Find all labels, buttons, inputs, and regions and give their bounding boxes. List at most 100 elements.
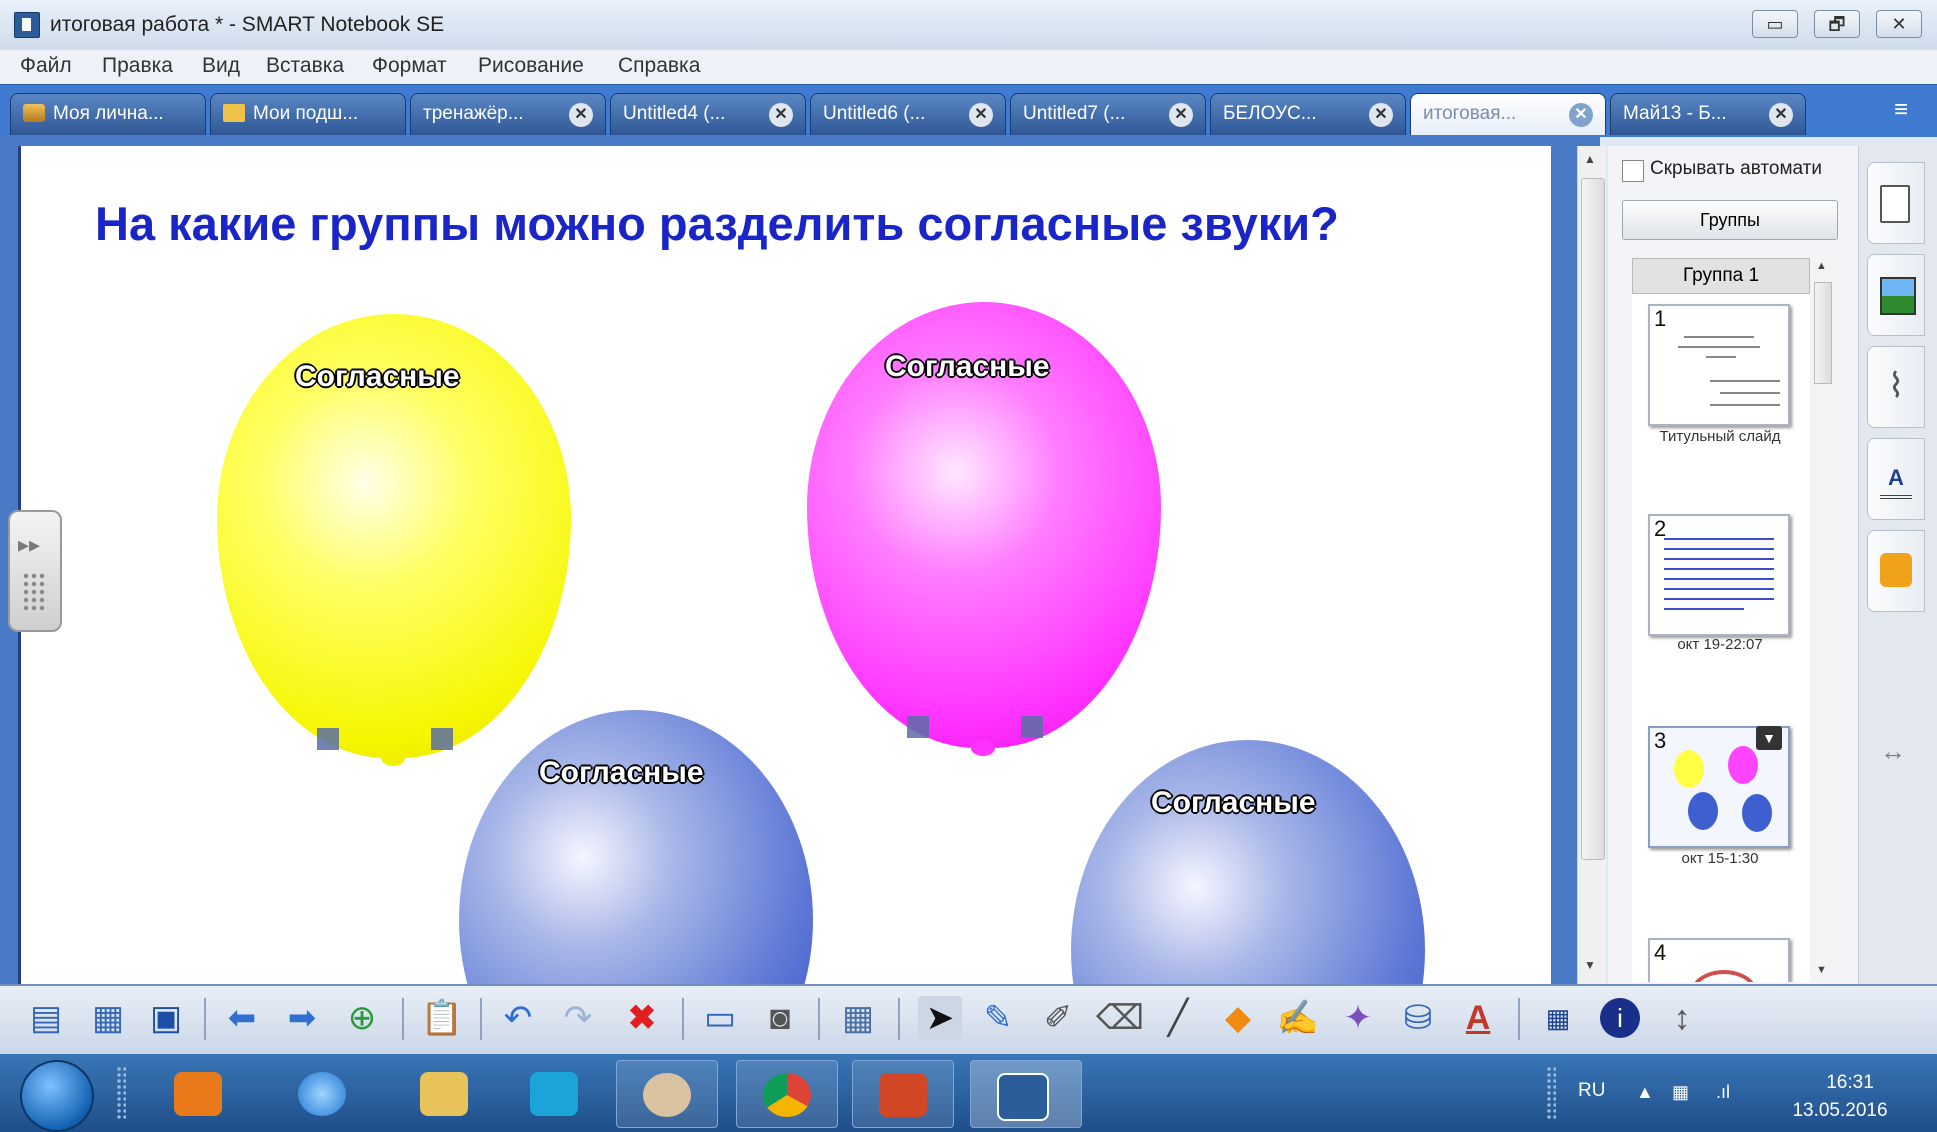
taskbar-powerpoint[interactable] (852, 1060, 954, 1128)
page-thumbnail[interactable]: 4 (1648, 938, 1790, 982)
restore-button[interactable]: 🗗 (1814, 10, 1860, 38)
scroll-up-icon[interactable]: ▲ (1816, 260, 1827, 272)
menu-file[interactable]: Файл (20, 54, 72, 78)
addons-tab[interactable] (1867, 530, 1925, 612)
close-tab-icon[interactable]: ✕ (1169, 103, 1193, 127)
language-indicator[interactable]: RU (1578, 1080, 1605, 1102)
page-sorter-tab[interactable] (1867, 162, 1925, 244)
scrollbar-thumb[interactable] (1581, 178, 1605, 860)
page-thumbnail[interactable]: 1 (1648, 304, 1790, 426)
minimize-button[interactable]: ▭ (1752, 10, 1798, 38)
close-tab-icon[interactable]: ✕ (1769, 103, 1793, 127)
close-tab-icon[interactable]: ✕ (969, 103, 993, 127)
close-tab-icon[interactable]: ✕ (1369, 103, 1393, 127)
scroll-down-icon[interactable]: ▼ (1584, 958, 1596, 972)
text-icon[interactable]: A (1456, 996, 1500, 1040)
clock-date[interactable]: 13.05.2016 (1780, 1100, 1900, 1122)
balloon-blue[interactable] (459, 710, 813, 984)
balloon-blue[interactable] (1071, 740, 1425, 984)
taskbar-mail[interactable] (504, 1060, 604, 1126)
resize-panel-icon[interactable]: ↔ (1880, 736, 1906, 767)
table-icon[interactable]: ▦ (836, 996, 880, 1040)
menu-draw[interactable]: Рисование (478, 54, 584, 78)
delete-icon[interactable]: ✖ (620, 996, 664, 1040)
taskbar-paint[interactable] (616, 1060, 718, 1128)
properties-icon[interactable]: ▦ (1536, 996, 1580, 1040)
new-page-icon[interactable]: ▤ (24, 996, 68, 1040)
tab-active-document[interactable]: итоговая... ✕ (1410, 93, 1606, 135)
menu-help[interactable]: Справка (618, 54, 700, 78)
close-button[interactable]: ✕ (1876, 10, 1922, 38)
paste-icon[interactable]: 📋 (420, 996, 464, 1040)
tab-list-menu-icon[interactable]: ≡ (1894, 96, 1908, 124)
tab-document[interactable]: Untitled6 (... ✕ (810, 93, 1006, 135)
menu-view[interactable]: Вид (202, 54, 240, 78)
taskbar-chrome[interactable] (736, 1060, 838, 1128)
save-icon[interactable]: ▣ (144, 996, 188, 1040)
balloon-label[interactable]: Согласные (885, 350, 1050, 384)
scrollbar-thumb[interactable] (1814, 282, 1832, 384)
scroll-down-icon[interactable]: ▼ (1816, 964, 1827, 976)
animation-handle-icon[interactable] (907, 716, 929, 738)
show-hidden-icons-icon[interactable]: ▲ (1636, 1082, 1654, 1103)
line-icon[interactable]: ╱ (1156, 996, 1200, 1040)
page-menu-dropdown-icon[interactable]: ▼ (1756, 726, 1782, 750)
tab-document[interactable]: Май13 - Б... ✕ (1610, 93, 1806, 135)
tab-document[interactable]: Untitled7 (... ✕ (1010, 93, 1206, 135)
groups-button[interactable]: Группы (1622, 200, 1838, 240)
taskbar-explorer[interactable] (394, 1060, 494, 1126)
scroll-up-icon[interactable]: ▲ (1584, 152, 1596, 166)
forward-icon[interactable]: ➡ (280, 996, 324, 1040)
toolbar-expand-handle[interactable]: ▸▸ (8, 510, 62, 632)
creative-pen-icon[interactable]: ✐ (1036, 996, 1080, 1040)
network-icon[interactable]: ▦ (1672, 1082, 1689, 1103)
page-thumbnail[interactable]: 2 (1648, 514, 1790, 636)
screen-shade-icon[interactable]: ▭ (698, 996, 742, 1040)
sorter-scrollbar[interactable]: ▲ ▼ (1812, 258, 1832, 984)
pen-icon[interactable]: ✎ (976, 996, 1020, 1040)
select-icon[interactable]: ➤ (918, 996, 962, 1040)
menu-edit[interactable]: Правка (102, 54, 173, 78)
clock-time[interactable]: 16:31 (1800, 1072, 1900, 1094)
magic-wand-icon[interactable]: ✦ (1336, 996, 1380, 1040)
animation-handle-icon[interactable] (317, 728, 339, 750)
balloon-label[interactable]: Согласные (295, 360, 460, 394)
menu-insert[interactable]: Вставка (266, 54, 344, 78)
close-tab-icon[interactable]: ✕ (569, 103, 593, 127)
gallery-tab[interactable] (1867, 254, 1925, 336)
add-page-icon[interactable]: ⊕ (340, 996, 384, 1040)
new-file-icon[interactable]: ▦ (86, 996, 130, 1040)
move-toolbar-icon[interactable]: ↕ (1660, 996, 1704, 1040)
shapes-icon[interactable]: ◆ (1216, 996, 1260, 1040)
tab-document[interactable]: тренажёр... ✕ (410, 93, 606, 135)
group-header[interactable]: Группа 1 (1632, 258, 1810, 294)
page-thumbnail-selected[interactable]: 3 ▼ (1648, 726, 1790, 848)
slide-title[interactable]: На какие группы можно разделить согласны… (95, 196, 1339, 251)
capture-icon[interactable]: ◙ (758, 996, 802, 1040)
close-tab-icon[interactable]: ✕ (769, 103, 793, 127)
tab-my-content[interactable]: Моя лична... (10, 93, 206, 135)
balloon-label[interactable]: Согласные (539, 756, 704, 790)
magic-pen-icon[interactable]: ✍ (1276, 996, 1320, 1040)
undo-icon[interactable]: ↶ (496, 996, 540, 1040)
close-tab-icon[interactable]: ✕ (1569, 103, 1593, 127)
back-icon[interactable]: ⬅ (220, 996, 264, 1040)
eraser-icon[interactable]: ⌫ (1096, 996, 1144, 1040)
taskbar-media-player[interactable] (148, 1060, 248, 1126)
slide-canvas[interactable]: На какие группы можно разделить согласны… (18, 146, 1551, 984)
taskbar-internet-explorer[interactable] (272, 1060, 372, 1126)
tab-document[interactable]: БЕЛОУС... ✕ (1210, 93, 1406, 135)
start-button[interactable] (20, 1060, 94, 1132)
redo-icon[interactable]: ↷ (556, 996, 600, 1040)
balloon-label[interactable]: Согласные (1151, 786, 1316, 820)
resize-handle-icon[interactable] (1021, 716, 1043, 738)
fill-icon[interactable]: ⛁ (1396, 996, 1440, 1040)
attachments-tab[interactable]: ⌇ (1867, 346, 1925, 428)
properties-tab[interactable]: A (1867, 438, 1925, 520)
smart-notebook-app-icon[interactable] (14, 12, 40, 38)
autohide-checkbox[interactable] (1622, 160, 1644, 182)
tab-my-subscriptions[interactable]: Мои подш... (210, 93, 406, 135)
menu-format[interactable]: Формат (372, 54, 447, 78)
resize-handle-icon[interactable] (431, 728, 453, 750)
page-scrollbar[interactable]: ▲ ▼ (1577, 146, 1606, 984)
